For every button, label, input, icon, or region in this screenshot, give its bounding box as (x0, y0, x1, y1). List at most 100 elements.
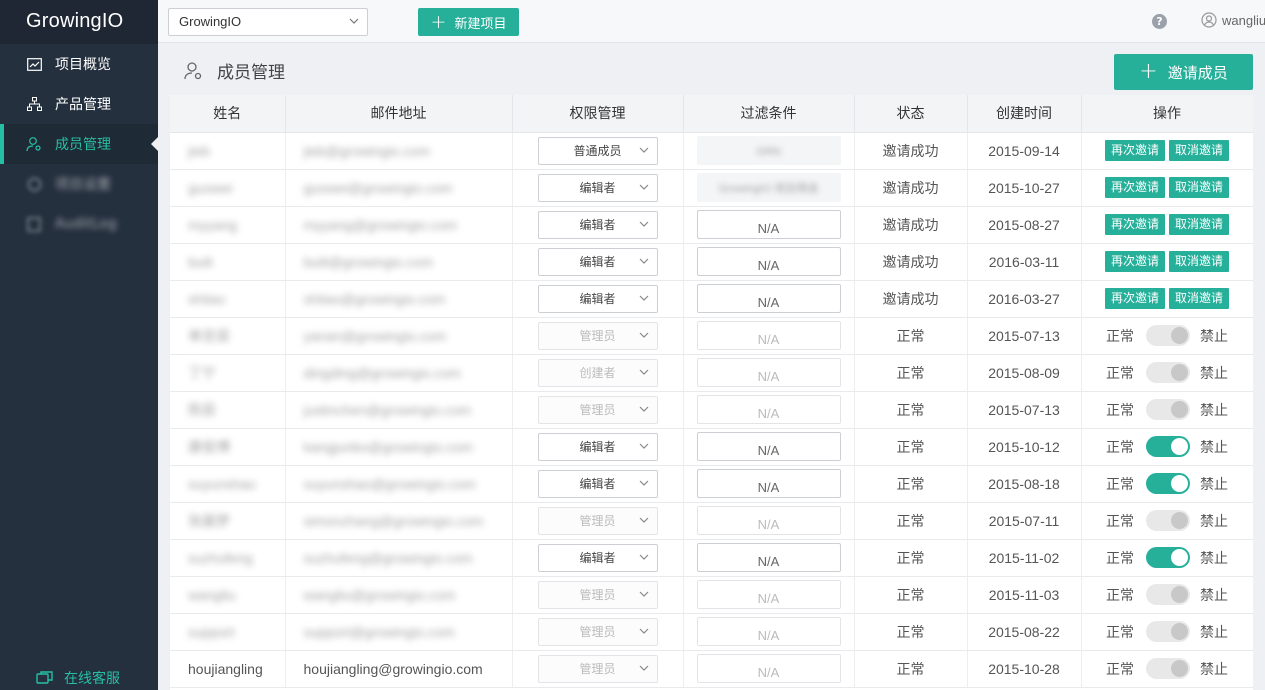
cancel-invite-button[interactable]: 取消邀请 (1169, 288, 1230, 309)
sidebar-item-3[interactable]: 项目设置 (0, 164, 158, 204)
reinvite-button[interactable]: 再次邀请 (1104, 177, 1165, 198)
invite-member-button[interactable]: + 邀请成员 (1114, 54, 1253, 90)
role-select[interactable]: 普通成员 (537, 136, 658, 165)
sidebar-item-2[interactable]: 成员管理 (0, 124, 158, 164)
username: wangliu (1222, 12, 1265, 28)
table-row: 张晨梦 simonzhang@growingio.com 管理员 N/A 正常 2015-… (170, 502, 1253, 540)
actions-cell: 正常 禁止 (1081, 502, 1253, 540)
log-icon (26, 216, 42, 232)
toggle-switch[interactable] (1146, 547, 1190, 568)
filter-field[interactable]: GrowingIO 项目筛选 (696, 173, 841, 202)
settings-icon (26, 176, 42, 192)
member-name-cell: buili (170, 243, 286, 281)
cancel-invite-button[interactable]: 取消邀请 (1169, 140, 1230, 161)
table-row: buili buili@growingio.com 编辑者 N/A 邀请成功 2016-0… (170, 243, 1253, 281)
reinvite-button[interactable]: 再次邀请 (1104, 140, 1165, 161)
role-select[interactable]: 编辑者 (537, 284, 658, 313)
filter-cell: N/A (683, 354, 855, 392)
normal-label: 正常 (1106, 660, 1134, 677)
chevron-down-icon (639, 517, 648, 523)
role-select: 管理员 (537, 580, 658, 609)
created-date-cell: 2016-03-27 (967, 280, 1082, 318)
sidebar-item-label: 项目设置 (55, 177, 111, 193)
toggle-switch[interactable] (1146, 584, 1190, 605)
member-name-cell: suyunshao (170, 465, 286, 503)
column-header: 过滤条件 (683, 95, 855, 133)
status-cell: 正常 (854, 465, 968, 503)
created-date-cell: 2015-08-09 (967, 354, 1082, 392)
reinvite-button[interactable]: 再次邀请 (1104, 288, 1165, 309)
column-header: 操作 (1081, 95, 1253, 133)
role-select[interactable]: 编辑者 (537, 173, 658, 202)
sidebar-item-4[interactable]: AuditLog (0, 204, 158, 244)
member-email-cell: guowei@growingio.com (285, 169, 513, 207)
toggle-switch[interactable] (1146, 658, 1190, 679)
created-date-cell: 2015-10-12 (967, 428, 1082, 466)
role-select[interactable]: 编辑者 (537, 543, 658, 572)
column-header: 状态 (854, 95, 968, 133)
member-email-cell: kangjunbo@growingio.com (285, 428, 513, 466)
created-date-cell: 2015-07-13 (967, 391, 1082, 429)
table-row: 单忠梁 yanan@growingio.com 管理员 N/A 正常 2015-07-13… (170, 317, 1253, 355)
cancel-invite-button[interactable]: 取消邀请 (1169, 251, 1230, 272)
filter-field[interactable]: N/A (696, 469, 841, 498)
role-select[interactable]: 编辑者 (537, 432, 658, 461)
filter-field[interactable]: N/A (696, 432, 841, 461)
sidebar-item-1[interactable]: 产品管理 (0, 84, 158, 124)
sidebar-item-label: 产品管理 (55, 97, 111, 113)
forbid-label: 禁止 (1200, 660, 1228, 677)
member-email: wangliu@growingio.com (303, 586, 456, 603)
status-cell: 邀请成功 (854, 243, 968, 281)
member-name-cell: 陈辰 (170, 391, 286, 429)
filter-field[interactable]: GRN (696, 136, 841, 165)
forbid-label: 禁止 (1200, 327, 1228, 344)
chevron-down-icon (639, 554, 648, 560)
new-project-button[interactable]: + 新建项目 (418, 8, 519, 36)
role-value: 管理员 (579, 513, 616, 528)
table-row: guowei guowei@growingio.com 编辑者 GrowingIO 项… (170, 169, 1253, 207)
help-icon[interactable]: ? (1152, 14, 1167, 29)
chevron-down-icon (639, 591, 648, 597)
reinvite-button[interactable]: 再次邀请 (1104, 251, 1165, 272)
role-cell: 编辑者 (512, 539, 684, 577)
role-select[interactable]: 编辑者 (537, 247, 658, 276)
actions-cell: 正常 禁止 (1081, 317, 1253, 355)
cancel-invite-button[interactable]: 取消邀请 (1169, 214, 1230, 235)
forbid-label: 禁止 (1200, 438, 1228, 455)
column-header: 权限管理 (512, 95, 684, 133)
user-menu[interactable]: wangliu (1201, 12, 1265, 28)
filter-field[interactable]: N/A (696, 543, 841, 572)
filter-cell: N/A (683, 428, 855, 466)
role-select[interactable]: 编辑者 (537, 469, 658, 498)
toggle-switch[interactable] (1146, 436, 1190, 457)
toggle-switch[interactable] (1146, 510, 1190, 531)
toggle-switch[interactable] (1146, 621, 1190, 642)
reinvite-button[interactable]: 再次邀请 (1104, 214, 1165, 235)
toggle-switch[interactable] (1146, 399, 1190, 420)
toggle-switch[interactable] (1146, 473, 1190, 494)
app-logo[interactable]: GrowingIO (0, 0, 158, 44)
role-value: 管理员 (579, 624, 616, 639)
role-select[interactable]: 编辑者 (537, 210, 658, 239)
invite-actions: 再次邀请 取消邀请 (1082, 140, 1253, 161)
toggle-switch[interactable] (1146, 325, 1190, 346)
forbid-label: 禁止 (1200, 623, 1228, 640)
toggle-switch[interactable] (1146, 362, 1190, 383)
chevron-down-icon (639, 443, 648, 449)
role-cell: 管理员 (512, 317, 684, 355)
role-value: 编辑者 (579, 217, 616, 232)
filter-value: GRN (756, 146, 781, 158)
member-email: suyunshao@growingio.com (303, 475, 476, 492)
cancel-invite-button[interactable]: 取消邀请 (1169, 177, 1230, 198)
filter-field[interactable]: N/A (696, 247, 841, 276)
project-select[interactable]: GrowingIO (168, 8, 368, 36)
filter-field[interactable]: N/A (696, 284, 841, 313)
filter-cell: N/A (683, 613, 855, 651)
online-service-link[interactable]: 在线客服 (36, 666, 120, 690)
filter-field: N/A (696, 506, 841, 535)
filter-field[interactable]: N/A (696, 210, 841, 239)
role-value: 编辑者 (579, 180, 616, 195)
member-email: houjiangling@growingio.com (303, 660, 483, 677)
member-email: support@growingio.com (303, 623, 455, 640)
sidebar-item-0[interactable]: 项目概览 (0, 44, 158, 84)
